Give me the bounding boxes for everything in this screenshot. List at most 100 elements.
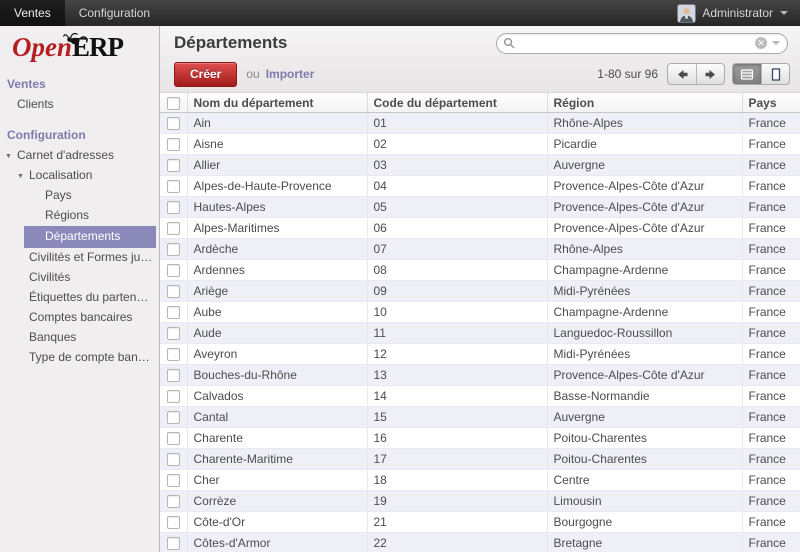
topbar-menu-item[interactable]: Ventes — [0, 0, 65, 26]
row-checkbox[interactable] — [167, 117, 180, 130]
row-checkbox[interactable] — [167, 180, 180, 193]
cell-code[interactable]: 01 — [367, 113, 547, 134]
cell-country[interactable]: France — [742, 428, 800, 449]
cell-country[interactable]: France — [742, 134, 800, 155]
cell-code[interactable]: 10 — [367, 302, 547, 323]
row-checkbox[interactable] — [167, 369, 180, 382]
cell-name[interactable]: Alpes-de-Haute-Provence — [187, 176, 367, 197]
table-row[interactable]: Aube10Champagne-ArdenneFrance — [160, 302, 800, 323]
row-checkbox[interactable] — [167, 432, 180, 445]
row-checkbox[interactable] — [167, 411, 180, 424]
cell-code[interactable]: 07 — [367, 239, 547, 260]
cell-region[interactable]: Provence-Alpes-Côte d'Azur — [547, 218, 742, 239]
cell-code[interactable]: 18 — [367, 470, 547, 491]
cell-name[interactable]: Aude — [187, 323, 367, 344]
cell-country[interactable]: France — [742, 470, 800, 491]
cell-region[interactable]: Midi-Pyrénées — [547, 344, 742, 365]
sidebar-item[interactable]: Civilités — [0, 268, 159, 288]
table-row[interactable]: Charente16Poitou-CharentesFrance — [160, 428, 800, 449]
triangle-down-icon[interactable]: ▼ — [17, 170, 24, 183]
row-checkbox[interactable] — [167, 159, 180, 172]
row-checkbox[interactable] — [167, 138, 180, 151]
cell-code[interactable]: 16 — [367, 428, 547, 449]
cell-code[interactable]: 15 — [367, 407, 547, 428]
row-checkbox[interactable] — [167, 243, 180, 256]
cell-name[interactable]: Ardèche — [187, 239, 367, 260]
table-row[interactable]: Cantal15AuvergneFrance — [160, 407, 800, 428]
sidebar-item[interactable]: Pays — [0, 186, 159, 206]
cell-country[interactable]: France — [742, 491, 800, 512]
topbar-menu-item[interactable]: Configuration — [65, 0, 164, 26]
cell-name[interactable]: Aveyron — [187, 344, 367, 365]
row-checkbox[interactable] — [167, 348, 180, 361]
cell-code[interactable]: 08 — [367, 260, 547, 281]
sidebar-item[interactable]: ▼Localisation — [0, 166, 159, 186]
cell-region[interactable]: Bourgogne — [547, 512, 742, 533]
cell-region[interactable]: Champagne-Ardenne — [547, 302, 742, 323]
row-checkbox[interactable] — [167, 537, 180, 550]
cell-name[interactable]: Bouches-du-Rhône — [187, 365, 367, 386]
cell-code[interactable]: 21 — [367, 512, 547, 533]
cell-name[interactable]: Ariège — [187, 281, 367, 302]
sidebar-item[interactable]: Régions — [0, 206, 159, 226]
sidebar-item[interactable]: Étiquettes du partenaire — [0, 288, 159, 308]
sidebar-item[interactable]: Clients — [0, 95, 159, 115]
table-row[interactable]: Ariège09Midi-PyrénéesFrance — [160, 281, 800, 302]
cell-region[interactable]: Auvergne — [547, 407, 742, 428]
cell-name[interactable]: Allier — [187, 155, 367, 176]
row-checkbox[interactable] — [167, 390, 180, 403]
cell-region[interactable]: Midi-Pyrénées — [547, 281, 742, 302]
cell-region[interactable]: Centre — [547, 470, 742, 491]
cell-country[interactable]: France — [742, 512, 800, 533]
cell-name[interactable]: Aisne — [187, 134, 367, 155]
cell-name[interactable]: Côtes-d'Armor — [187, 533, 367, 552]
search-options-chevron-icon[interactable] — [772, 41, 780, 45]
cell-code[interactable]: 17 — [367, 449, 547, 470]
cell-region[interactable]: Limousin — [547, 491, 742, 512]
cell-code[interactable]: 03 — [367, 155, 547, 176]
cell-name[interactable]: Charente — [187, 428, 367, 449]
cell-country[interactable]: France — [742, 113, 800, 134]
cell-code[interactable]: 04 — [367, 176, 547, 197]
row-checkbox[interactable] — [167, 495, 180, 508]
cell-code[interactable]: 22 — [367, 533, 547, 552]
column-header-country[interactable]: Pays — [742, 93, 800, 113]
cell-name[interactable]: Alpes-Maritimes — [187, 218, 367, 239]
sidebar-item[interactable]: Banques — [0, 328, 159, 348]
table-row[interactable]: Côtes-d'Armor22BretagneFrance — [160, 533, 800, 552]
clear-search-icon[interactable]: ✕ — [755, 37, 767, 49]
cell-country[interactable]: France — [742, 533, 800, 552]
cell-country[interactable]: France — [742, 197, 800, 218]
cell-code[interactable]: 11 — [367, 323, 547, 344]
row-checkbox[interactable] — [167, 516, 180, 529]
table-row[interactable]: Alpes-Maritimes06Provence-Alpes-Côte d'A… — [160, 218, 800, 239]
row-checkbox[interactable] — [167, 327, 180, 340]
sidebar-item[interactable]: Type de compte bancaire — [0, 348, 159, 368]
row-checkbox[interactable] — [167, 222, 180, 235]
cell-name[interactable]: Ardennes — [187, 260, 367, 281]
table-row[interactable]: Cher18CentreFrance — [160, 470, 800, 491]
cell-region[interactable]: Poitou-Charentes — [547, 449, 742, 470]
row-checkbox[interactable] — [167, 306, 180, 319]
row-checkbox[interactable] — [167, 264, 180, 277]
cell-region[interactable]: Provence-Alpes-Côte d'Azur — [547, 197, 742, 218]
cell-region[interactable]: Auvergne — [547, 155, 742, 176]
cell-name[interactable]: Ain — [187, 113, 367, 134]
cell-region[interactable]: Champagne-Ardenne — [547, 260, 742, 281]
user-menu[interactable]: Administrator — [666, 0, 800, 26]
column-header-name[interactable]: Nom du département — [187, 93, 367, 113]
cell-country[interactable]: France — [742, 365, 800, 386]
table-row[interactable]: Hautes-Alpes05Provence-Alpes-Côte d'Azur… — [160, 197, 800, 218]
sidebar-item[interactable]: Départements — [24, 226, 156, 248]
sidebar-item[interactable]: ▼Carnet d'adresses — [0, 146, 159, 166]
cell-code[interactable]: 14 — [367, 386, 547, 407]
cell-code[interactable]: 06 — [367, 218, 547, 239]
cell-region[interactable]: Bretagne — [547, 533, 742, 552]
table-row[interactable]: Aveyron12Midi-PyrénéesFrance — [160, 344, 800, 365]
table-row[interactable]: Ardèche07Rhône-AlpesFrance — [160, 239, 800, 260]
table-row[interactable]: Aude11Languedoc-RoussillonFrance — [160, 323, 800, 344]
table-row[interactable]: Ardennes08Champagne-ArdenneFrance — [160, 260, 800, 281]
table-row[interactable]: Ain01Rhône-AlpesFrance — [160, 113, 800, 134]
table-row[interactable]: Bouches-du-Rhône13Provence-Alpes-Côte d'… — [160, 365, 800, 386]
create-button[interactable]: Créer — [174, 62, 237, 87]
